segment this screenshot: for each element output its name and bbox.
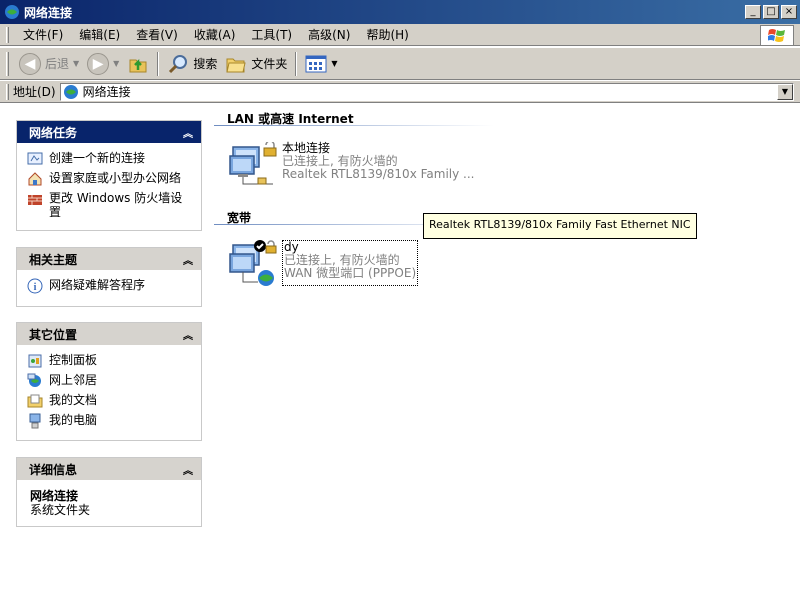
control-panel-icon bbox=[28, 354, 42, 368]
other-places-header[interactable]: 其它位置 ︽ bbox=[17, 323, 201, 345]
address-grip[interactable] bbox=[6, 83, 9, 100]
up-folder-icon bbox=[129, 58, 147, 72]
close-button[interactable]: × bbox=[781, 5, 797, 19]
network-connections-icon bbox=[5, 5, 19, 19]
menu-favorites[interactable]: 收藏(A) bbox=[186, 24, 244, 45]
collapse-chevron-icon[interactable]: ︽ bbox=[183, 327, 193, 342]
details-subtitle: 系统文件夹 bbox=[30, 503, 91, 517]
search-label: 搜索 bbox=[193, 57, 218, 71]
views-button[interactable]: ▼ bbox=[301, 51, 341, 77]
network-places-icon bbox=[27, 373, 41, 387]
control-panel-link[interactable]: 控制面板 bbox=[27, 353, 193, 369]
menu-bar: 文件(F) 编辑(E) 查看(V) 收藏(A) 工具(T) 高级(N) 帮助(H… bbox=[0, 24, 800, 46]
views-dropdown-icon[interactable]: ▼ bbox=[331, 59, 337, 68]
pane-title: 相关主题 bbox=[29, 252, 78, 267]
menu-file[interactable]: 文件(F) bbox=[15, 24, 71, 45]
folders-label: 文件夹 bbox=[251, 57, 288, 71]
minimize-button[interactable]: _ bbox=[745, 5, 761, 19]
address-label: 地址(D) bbox=[13, 85, 56, 99]
related-topics-header[interactable]: 相关主题 ︽ bbox=[17, 248, 201, 270]
related-topics-pane: 相关主题 ︽ i 网络疑难解答程序 bbox=[16, 247, 202, 307]
device-tooltip: Realtek RTL8139/810x Family Fast Etherne… bbox=[423, 213, 697, 239]
network-places-link[interactable]: 网上邻居 bbox=[27, 373, 193, 389]
address-field[interactable]: ▼ bbox=[59, 82, 794, 101]
folders-button[interactable]: 文件夹 bbox=[221, 51, 291, 77]
lan-connection-icon bbox=[229, 142, 277, 185]
my-documents-link[interactable]: 我的文档 bbox=[27, 393, 193, 409]
back-button[interactable]: ◀ 后退 ▼ bbox=[15, 51, 83, 77]
windows-logo-icon bbox=[760, 25, 794, 46]
details-pane: 详细信息 ︽ 网络连接 系统文件夹 bbox=[16, 457, 202, 527]
toolbar-grip[interactable] bbox=[6, 51, 9, 76]
forward-dropdown-icon[interactable]: ▼ bbox=[113, 59, 119, 68]
search-button[interactable]: 搜索 bbox=[163, 51, 221, 77]
home-network-link[interactable]: 设置家庭或小型办公网络 bbox=[27, 171, 193, 187]
collapse-chevron-icon[interactable]: ︽ bbox=[183, 462, 193, 477]
firewall-settings-link[interactable]: 更改 Windows 防火墙设置 bbox=[27, 191, 193, 219]
connection-local[interactable]: 本地连接 已连接上, 有防火墙的 Realtek RTL8139/810x Fa… bbox=[228, 142, 474, 188]
network-tasks-pane: 网络任务 ︽ 创建一个新的连接 设置家庭或小型办公网络 更改 Windows 防… bbox=[16, 120, 202, 231]
connection-dy[interactable]: dy 已连接上, 有防火墙的 WAN 微型端口 (PPPOE) bbox=[228, 240, 419, 286]
views-icon bbox=[305, 55, 327, 72]
network-tasks-header[interactable]: 网络任务 ︽ bbox=[17, 121, 201, 143]
connection-device: Realtek RTL8139/810x Family ... bbox=[282, 167, 475, 181]
firewall-icon bbox=[28, 195, 42, 205]
toolbar-separator bbox=[295, 51, 298, 76]
group-divider bbox=[214, 125, 494, 126]
network-troubleshooter-link[interactable]: i 网络疑难解答程序 bbox=[27, 278, 193, 294]
back-dropdown-icon[interactable]: ▼ bbox=[73, 59, 79, 68]
menu-help[interactable]: 帮助(H) bbox=[358, 24, 416, 45]
other-places-pane: 其它位置 ︽ 控制面板 网上邻居 我的文档 我的电脑 bbox=[16, 322, 202, 441]
forward-button[interactable]: ▶ ▼ bbox=[83, 51, 123, 77]
search-icon bbox=[169, 54, 188, 73]
my-documents-icon bbox=[27, 394, 43, 408]
pane-title: 其它位置 bbox=[29, 327, 78, 342]
menu-tools[interactable]: 工具(T) bbox=[243, 24, 300, 45]
title-bar: 网络连接 _ □ × bbox=[0, 0, 800, 24]
collapse-chevron-icon[interactable]: ︽ bbox=[183, 125, 193, 140]
folders-icon bbox=[226, 58, 246, 72]
connection-device: WAN 微型端口 (PPPOE) bbox=[284, 266, 417, 280]
my-computer-icon bbox=[29, 413, 41, 429]
standard-toolbar: ◀ 后退 ▼ ▶ ▼ 搜索 文件夹 ▼ bbox=[0, 47, 800, 80]
home-network-icon bbox=[28, 172, 42, 186]
create-connection-link[interactable]: 创建一个新的连接 bbox=[27, 151, 193, 167]
info-icon: i bbox=[27, 278, 43, 294]
details-title: 网络连接 bbox=[30, 489, 79, 503]
network-globe-icon bbox=[63, 84, 78, 99]
menu-edit[interactable]: 编辑(E) bbox=[71, 24, 128, 45]
toolbar-separator bbox=[157, 51, 160, 76]
back-label: 后退 bbox=[45, 57, 70, 71]
maximize-button[interactable]: □ bbox=[763, 5, 779, 19]
address-bar: 地址(D) ▼ bbox=[0, 81, 800, 103]
pane-title: 网络任务 bbox=[29, 125, 78, 140]
window-title: 网络连接 bbox=[24, 5, 73, 20]
collapse-chevron-icon[interactable]: ︽ bbox=[183, 252, 193, 267]
menu-view[interactable]: 查看(V) bbox=[128, 24, 186, 45]
my-computer-link[interactable]: 我的电脑 bbox=[27, 413, 193, 429]
new-connection-icon bbox=[27, 152, 43, 165]
address-dropdown-button[interactable]: ▼ bbox=[777, 83, 793, 100]
menu-grip[interactable] bbox=[6, 26, 9, 43]
back-arrow-icon: ◀ bbox=[19, 52, 41, 75]
broadband-connection-icon bbox=[229, 240, 277, 286]
forward-arrow-icon: ▶ bbox=[87, 52, 110, 75]
address-input[interactable] bbox=[82, 84, 777, 99]
menu-advanced[interactable]: 高级(N) bbox=[300, 24, 358, 45]
content-area: 网络任务 ︽ 创建一个新的连接 设置家庭或小型办公网络 更改 Windows 防… bbox=[0, 104, 800, 600]
up-folder-button[interactable] bbox=[123, 51, 153, 77]
details-header[interactable]: 详细信息 ︽ bbox=[17, 458, 201, 480]
svg-text:i: i bbox=[34, 282, 37, 293]
pane-title: 详细信息 bbox=[29, 462, 78, 477]
